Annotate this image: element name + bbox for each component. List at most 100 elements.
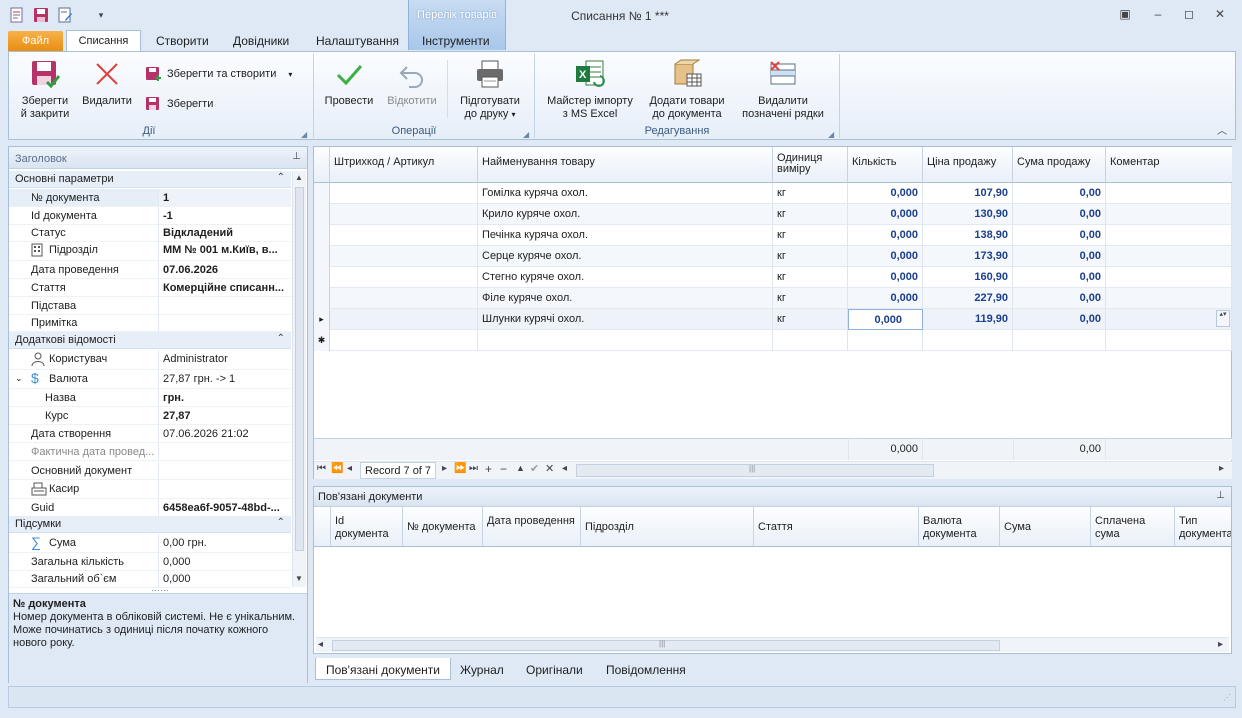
nav-next-page-icon[interactable]: ⏩: [454, 463, 466, 474]
cell-barcode[interactable]: [330, 267, 478, 288]
rel-col-sum[interactable]: Сума: [1000, 507, 1091, 547]
collapse-chevron-icon[interactable]: ⌃: [277, 517, 285, 528]
col-header-barcode[interactable]: Штрихкод / Артикул: [330, 147, 478, 183]
quick-access-dropdown-icon[interactable]: ▾: [92, 6, 110, 24]
cell-comment[interactable]: [1106, 225, 1232, 246]
cell-comment[interactable]: [1106, 204, 1232, 225]
hscroll-right-icon[interactable]: ▸: [1219, 463, 1224, 474]
cell-quantity[interactable]: 0,000: [848, 309, 923, 330]
add-goods-button[interactable]: Додати товари до документа: [641, 57, 733, 121]
cell-unit[interactable]: кг: [773, 183, 848, 204]
print-button[interactable]: Підготувати до друку ▾: [453, 57, 527, 121]
save-and-create-button[interactable]: Зберегти та створити ▾: [145, 66, 292, 82]
prop-row-doc-id[interactable]: Id документа -1: [9, 207, 291, 225]
nav-next-icon[interactable]: ▸: [442, 463, 447, 474]
cell-sum[interactable]: 0,00: [1013, 204, 1106, 225]
tab-create[interactable]: Створити: [146, 31, 219, 51]
rel-col-doc-id[interactable]: Id документа: [331, 507, 403, 547]
category-extra-info[interactable]: Додаткові відомості ⌃: [9, 332, 291, 349]
related-hscrollbar[interactable]: ◂ ||| ▸: [316, 637, 1229, 652]
delete-marked-rows-button[interactable]: Видалити позначені рядки: [733, 57, 833, 121]
current-row-indicator-icon[interactable]: ▸: [314, 309, 330, 330]
cell-product-name[interactable]: [478, 330, 773, 351]
nav-remove-icon[interactable]: −: [500, 462, 507, 476]
cell-unit[interactable]: кг: [773, 246, 848, 267]
prop-row-user[interactable]: Користувач Administrator: [9, 350, 291, 370]
row-indicator[interactable]: [314, 288, 330, 309]
pin-icon[interactable]: ⊥: [292, 151, 301, 162]
collapse-chevron-icon[interactable]: ⌃: [277, 333, 285, 344]
rel-col-article[interactable]: Стаття: [754, 507, 919, 547]
col-header-comment[interactable]: Коментар: [1106, 147, 1232, 183]
nav-add-icon[interactable]: +: [485, 462, 492, 476]
expand-chevron-icon[interactable]: ⌄: [15, 373, 23, 384]
table-row[interactable]: Стегно куряче охол. кг 0,000 160,90 0,00: [314, 267, 1232, 288]
prop-row-main-document[interactable]: Основний документ: [9, 462, 291, 480]
prop-row-total-qty[interactable]: Загальна кількість 0,000: [9, 553, 291, 571]
cell-barcode[interactable]: [330, 288, 478, 309]
col-header-qty[interactable]: Кількість: [848, 147, 923, 183]
prop-row-sum[interactable]: ∑ Сума 0,00 грн.: [9, 534, 291, 553]
maximize-button[interactable]: ◻: [1181, 7, 1197, 21]
cell-barcode[interactable]: [330, 225, 478, 246]
grid-hscroll-thumb[interactable]: |||: [576, 464, 934, 477]
nav-cancel-icon[interactable]: ✕: [545, 462, 554, 475]
hscroll-left-icon[interactable]: ◂: [562, 463, 567, 474]
cell-unit[interactable]: кг: [773, 267, 848, 288]
save-button[interactable]: Зберегти: [145, 96, 213, 112]
prop-row-rate[interactable]: Курс 27,87: [9, 407, 291, 425]
cell-unit[interactable]: кг: [773, 204, 848, 225]
cell-unit[interactable]: кг: [773, 309, 848, 330]
cell-price[interactable]: 160,90: [923, 267, 1013, 288]
tab-tools[interactable]: Інструменти: [412, 31, 500, 51]
cell-product-name[interactable]: Шлунки курячі охол.: [478, 309, 773, 330]
cell-price[interactable]: [923, 330, 1013, 351]
rel-col-department[interactable]: Підрозділ: [581, 507, 754, 547]
prop-row-actual-date[interactable]: Фактична дата провед...: [9, 443, 291, 461]
prop-row-cashier[interactable]: Касир: [9, 480, 291, 499]
col-header-name[interactable]: Найменування товару: [478, 147, 773, 183]
prop-row-article[interactable]: Стаття Комерційне списанн...: [9, 279, 291, 297]
tab-messages[interactable]: Повідомлення: [596, 658, 696, 680]
related-hscroll-thumb[interactable]: |||: [332, 639, 1000, 651]
row-indicator[interactable]: [314, 204, 330, 225]
cell-barcode[interactable]: [330, 183, 478, 204]
cell-comment[interactable]: [1106, 267, 1232, 288]
cell-price[interactable]: 130,90: [923, 204, 1013, 225]
cell-barcode[interactable]: [330, 330, 478, 351]
edit-document-icon[interactable]: [56, 6, 74, 24]
prop-row-doc-number[interactable]: № документа 1: [9, 189, 291, 207]
collapse-chevron-icon[interactable]: ⌃: [277, 172, 285, 183]
cell-sum[interactable]: 0,00: [1013, 183, 1106, 204]
cell-unit[interactable]: [773, 330, 848, 351]
hscroll-left-icon[interactable]: ◂: [318, 639, 323, 650]
cell-comment[interactable]: [1106, 309, 1232, 330]
cell-barcode[interactable]: [330, 246, 478, 267]
cell-barcode[interactable]: [330, 309, 478, 330]
cell-sum[interactable]: 0,00: [1013, 309, 1106, 330]
col-header-sum[interactable]: Сума продажу: [1013, 147, 1106, 183]
nav-prev-page-icon[interactable]: ⏪: [331, 463, 343, 474]
prop-row-basis[interactable]: Підстава: [9, 297, 291, 315]
table-row[interactable]: Крило куряче охол. кг 0,000 130,90 0,00: [314, 204, 1232, 225]
rel-col-doc-number[interactable]: № документа: [403, 507, 483, 547]
cell-comment[interactable]: [1106, 246, 1232, 267]
group-expand-icon[interactable]: ◢: [301, 130, 307, 139]
cell-sum[interactable]: 0,00: [1013, 267, 1106, 288]
rel-col-doc-type[interactable]: Тип документа: [1175, 507, 1231, 547]
table-row[interactable]: Серце куряче охол. кг 0,000 173,90 0,00: [314, 246, 1232, 267]
row-indicator[interactable]: [314, 183, 330, 204]
cell-product-name[interactable]: Крило куряче охол.: [478, 204, 773, 225]
group-expand-icon[interactable]: ◢: [828, 130, 834, 139]
table-row[interactable]: Гомілка куряча охол. кг 0,000 107,90 0,00: [314, 183, 1232, 204]
rollback-button[interactable]: Відкотити: [379, 57, 445, 108]
nav-edit-icon[interactable]: ▲: [516, 463, 525, 473]
prop-row-status[interactable]: Статус Відкладений: [9, 224, 291, 242]
row-indicator[interactable]: [314, 267, 330, 288]
rel-col-posting-date[interactable]: Дата проведення: [483, 507, 581, 547]
prop-row-department[interactable]: Підрозділ ММ № 001 м.Київ, в...: [9, 241, 291, 261]
new-row[interactable]: ✱: [314, 330, 1232, 351]
restore-layout-icon[interactable]: ▣: [1117, 7, 1133, 21]
cell-sum[interactable]: 0,00: [1013, 225, 1106, 246]
cell-quantity[interactable]: 0,000: [848, 225, 923, 246]
